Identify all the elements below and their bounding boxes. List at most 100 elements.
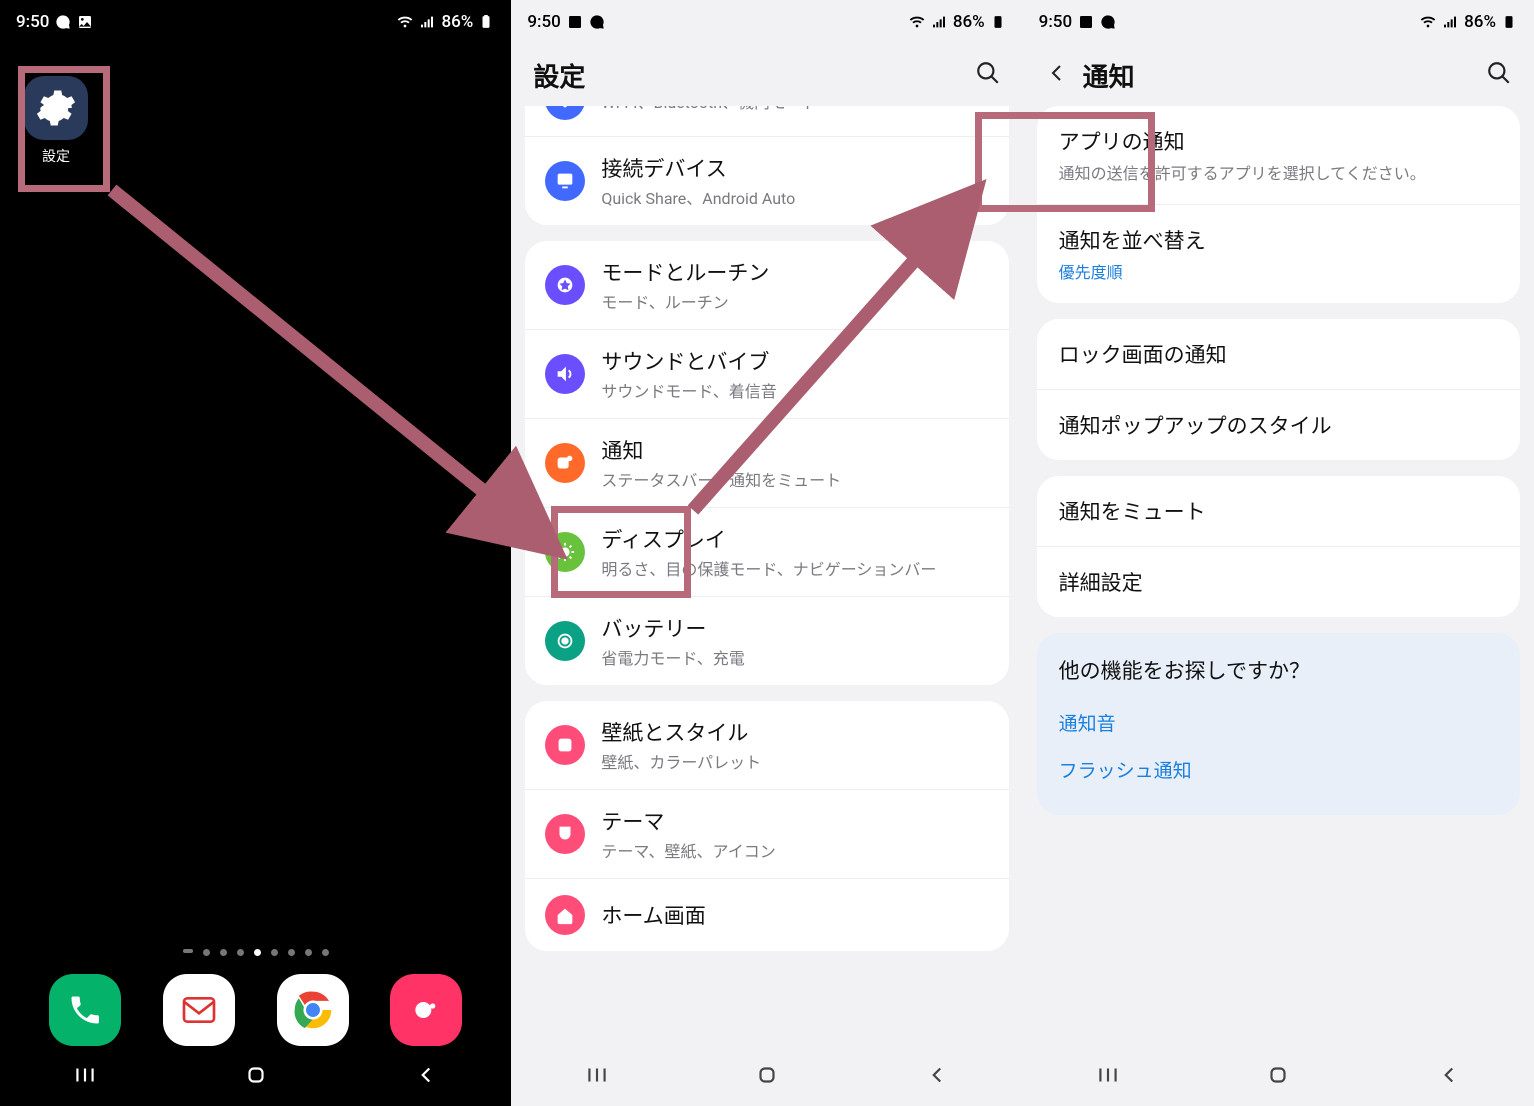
search-icon[interactable]	[1486, 60, 1512, 90]
wifi-circle-icon	[545, 106, 585, 120]
signal-icon	[1442, 14, 1458, 30]
settings-item-connections[interactable]: WI-FI、Bluetooth、機内モード	[525, 106, 1008, 136]
list-item-sub: サウンドモード、着信音	[601, 378, 776, 402]
sound-icon	[545, 354, 585, 394]
list-item-sub: 壁紙、カラーパレット	[601, 749, 761, 773]
camera-app-icon[interactable]	[390, 974, 462, 1046]
wifi-icon	[397, 14, 413, 30]
battery-circle-icon	[545, 621, 585, 661]
notif-item-advanced[interactable]: 詳細設定	[1037, 546, 1520, 617]
chrome-app-icon[interactable]	[277, 974, 349, 1046]
settings-item-battery[interactable]: バッテリー省電力モード、充電	[525, 596, 1008, 685]
notif-item-sort[interactable]: 通知を並べ替え 優先度順	[1037, 204, 1520, 303]
recents-button[interactable]	[584, 1062, 610, 1092]
home-button[interactable]	[1265, 1062, 1291, 1092]
modes-icon	[545, 265, 585, 305]
dock	[0, 974, 511, 1046]
notif-item-mute[interactable]: 通知をミュート	[1037, 476, 1520, 546]
list-item-sub: 省電力モード、充電	[601, 645, 744, 669]
status-bar: 9:50 86%	[1023, 0, 1534, 44]
back-button[interactable]	[413, 1062, 439, 1092]
list-item-title: 通知ポップアップのスタイル	[1059, 410, 1498, 440]
list-item-title: 通知を並べ替え	[1059, 225, 1498, 255]
settings-title: 設定	[533, 57, 585, 94]
list-item-title: アプリの通知	[1059, 126, 1498, 156]
chat-icon	[589, 14, 605, 30]
home-button[interactable]	[754, 1062, 780, 1092]
back-button[interactable]	[1436, 1062, 1462, 1092]
home-icon	[545, 895, 585, 935]
image-icon	[567, 14, 583, 30]
list-item-title: サウンドとバイブ	[601, 346, 776, 376]
phone-app-icon[interactable]	[49, 974, 121, 1046]
search-icon[interactable]	[975, 60, 1001, 90]
navigation-bar	[511, 1048, 1022, 1106]
back-button[interactable]	[924, 1062, 950, 1092]
status-time: 9:50	[527, 12, 560, 32]
settings-item-display[interactable]: ディスプレイ明るさ、目の保護モード、ナビゲーションバー	[525, 507, 1008, 596]
settings-item-wallpaper[interactable]: 壁紙とスタイル壁紙、カラーパレット	[525, 701, 1008, 789]
image-icon	[77, 14, 93, 30]
devices-icon	[545, 161, 585, 201]
battery-icon	[1502, 14, 1518, 30]
settings-item-homescreen[interactable]: ホーム画面	[525, 878, 1008, 951]
image-icon	[1078, 14, 1094, 30]
theme-icon	[545, 814, 585, 854]
notif-item-app-notifications[interactable]: アプリの通知 通知の送信を許可するアプリを選択してください。	[1037, 106, 1520, 204]
status-bar: 9:50 86%	[511, 0, 1022, 44]
list-item-title: 壁紙とスタイル	[601, 717, 761, 747]
status-bar: 9:50 86%	[0, 0, 511, 44]
gear-icon	[35, 87, 77, 129]
list-item-sub: 明るさ、目の保護モード、ナビゲーションバー	[601, 556, 936, 580]
settings-item-modes[interactable]: モードとルーチンモード、ルーチン	[525, 241, 1008, 329]
notification-icon	[545, 443, 585, 483]
more-link-flash[interactable]: フラッシュ通知	[1059, 746, 1498, 793]
notif-item-popup-style[interactable]: 通知ポップアップのスタイル	[1037, 389, 1520, 460]
status-time: 9:50	[1039, 12, 1072, 32]
settings-item-sound[interactable]: サウンドとバイブサウンドモード、着信音	[525, 329, 1008, 418]
more-features-title: 他の機能をお探しですか？	[1059, 655, 1498, 685]
more-link-sound[interactable]: 通知音	[1059, 699, 1498, 746]
status-time: 9:50	[16, 12, 49, 32]
list-item-title: テーマ	[601, 806, 775, 836]
notifications-panel: 9:50 86% 通知 アプリの通知 通知の送信を許可するアプリを選択してくださ…	[1023, 0, 1534, 1106]
settings-item-devices[interactable]: 接続デバイスQuick Share、Android Auto	[525, 136, 1008, 225]
list-item-title: モードとルーチン	[601, 257, 769, 287]
wifi-icon	[1420, 14, 1436, 30]
status-battery: 86%	[441, 12, 473, 32]
page-indicator[interactable]	[0, 949, 511, 956]
notifications-list[interactable]: アプリの通知 通知の送信を許可するアプリを選択してください。 通知を並べ替え 優…	[1037, 106, 1520, 1048]
back-icon[interactable]	[1045, 61, 1069, 89]
settings-item-themes[interactable]: テーマテーマ、壁紙、アイコン	[525, 789, 1008, 878]
recents-button[interactable]	[1095, 1062, 1121, 1092]
mail-app-icon[interactable]	[163, 974, 235, 1046]
list-item-title: バッテリー	[601, 613, 744, 643]
settings-item-notifications[interactable]: 通知ステータスバー、通知をミュート	[525, 418, 1008, 507]
list-item-link: 優先度順	[1059, 259, 1498, 283]
wifi-icon	[909, 14, 925, 30]
chat-icon	[55, 14, 71, 30]
battery-icon	[479, 14, 495, 30]
more-features-card: 他の機能をお探しですか？ 通知音 フラッシュ通知	[1037, 633, 1520, 815]
list-item-sub: モード、ルーチン	[601, 289, 769, 313]
list-item-sub: ステータスバー、通知をミュート	[601, 467, 841, 491]
navigation-bar	[0, 1048, 511, 1106]
list-item-title: 通知	[601, 435, 841, 465]
status-battery: 86%	[1464, 12, 1496, 32]
list-item-sub: テーマ、壁紙、アイコン	[601, 838, 775, 862]
list-item-title: ロック画面の通知	[1059, 339, 1498, 369]
settings-app-icon[interactable]: 設定	[24, 76, 88, 166]
signal-icon	[419, 14, 435, 30]
notif-item-lockscreen[interactable]: ロック画面の通知	[1037, 319, 1520, 389]
list-item-sub: 通知の送信を許可するアプリを選択してください。	[1059, 160, 1498, 184]
home-button[interactable]	[243, 1062, 269, 1092]
list-item-sub: WI-FI、Bluetooth、機内モード	[601, 106, 818, 113]
list-item-title: ディスプレイ	[601, 524, 936, 554]
notifications-header: 通知	[1023, 44, 1534, 106]
recents-button[interactable]	[72, 1062, 98, 1092]
navigation-bar	[1023, 1048, 1534, 1106]
list-item-title: 接続デバイス	[601, 153, 795, 183]
tutorial-triptych: 9:50 86%	[0, 0, 1534, 1106]
settings-list[interactable]: WI-FI、Bluetooth、機内モード 接続デバイスQuick Share、…	[525, 106, 1008, 1048]
chat-icon	[1100, 14, 1116, 30]
